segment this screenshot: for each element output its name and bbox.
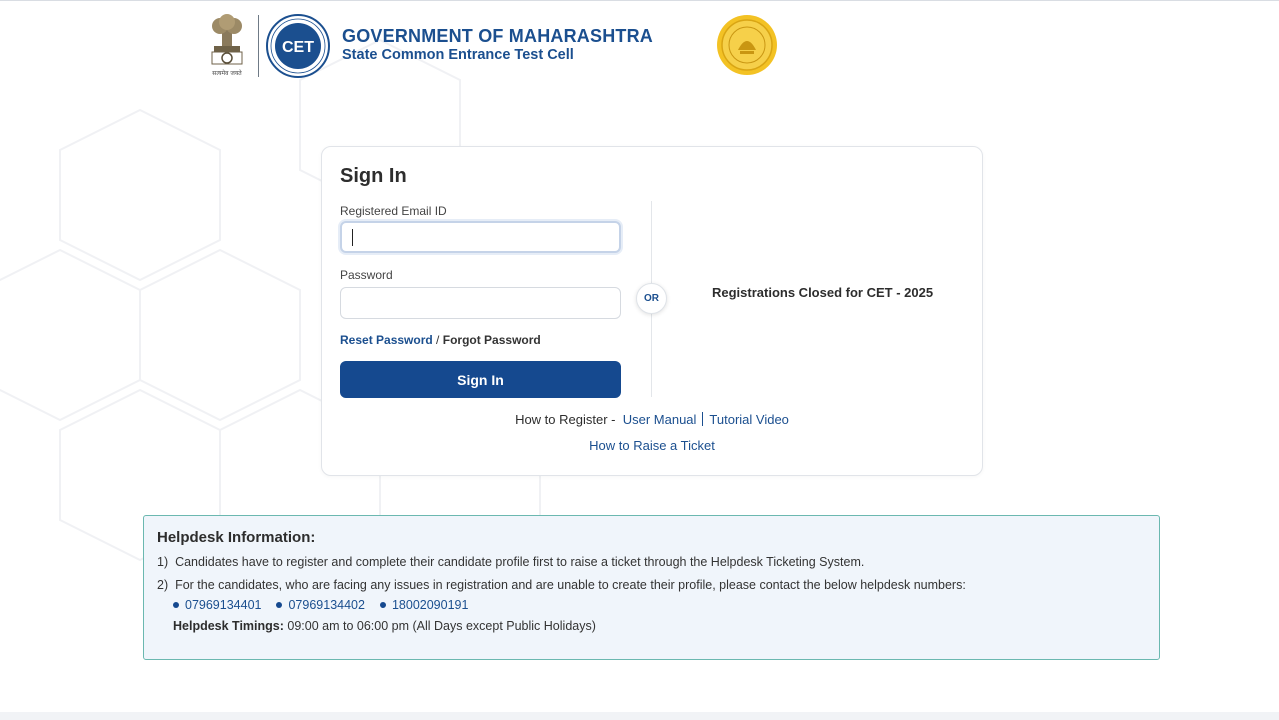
sign-in-card: Sign In Registered Email ID Password Res… [321, 146, 983, 476]
sign-in-button[interactable]: Sign In [340, 361, 621, 398]
cet-logo: CET [266, 14, 330, 78]
maharashtra-seal-icon [717, 15, 777, 75]
emblem-caption: सत्यमेव जयते [212, 69, 242, 77]
tutorial-video-link[interactable]: Tutorial Video [709, 412, 789, 427]
phone-number[interactable]: 07969134401 [185, 598, 261, 612]
site-header: सत्यमेव जयते CET GOVERNMENT OF MAHARASHT… [0, 0, 1279, 90]
email-input[interactable] [340, 221, 621, 253]
raise-ticket-row: How to Raise a Ticket [322, 438, 982, 453]
bullet-icon [379, 602, 386, 608]
raise-ticket-link[interactable]: How to Raise a Ticket [589, 438, 715, 453]
phone-number[interactable]: 07969134402 [288, 598, 364, 612]
helpdesk-line-1: 1) Candidates have to register and compl… [157, 555, 864, 569]
reset-password-link[interactable]: Reset Password [340, 333, 433, 347]
phone-number[interactable]: 18002090191 [392, 598, 468, 612]
header-title: GOVERNMENT OF MAHARASHTRA [342, 26, 653, 46]
helpdesk-title: Helpdesk Information: [157, 529, 316, 546]
phone-item: 07969134401 [173, 598, 261, 612]
how-to-register-row: How to Register - User Manual Tutorial Vi… [322, 412, 982, 427]
national-emblem-icon: सत्यमेव जयते [211, 14, 243, 77]
helpdesk-timings-label: Helpdesk Timings: [173, 619, 284, 633]
text-caret [352, 229, 353, 246]
bullet-icon [173, 602, 179, 608]
sign-in-title: Sign In [340, 165, 407, 187]
helpdesk-info-panel: Helpdesk Information: 1) Candidates have… [143, 515, 1160, 660]
helpdesk-line-2-text: For the candidates, who are facing any i… [175, 578, 966, 592]
user-manual-link[interactable]: User Manual [623, 412, 697, 427]
password-recovery-links: Reset Password / Forgot Password [340, 333, 541, 347]
helpdesk-line-1-number: 1) [157, 555, 169, 569]
footer-strip [0, 712, 1279, 720]
link-divider [702, 412, 704, 426]
registration-status: Registrations Closed for CET - 2025 [712, 285, 934, 300]
helpdesk-timings-value: 09:00 am to 06:00 pm (All Days except Pu… [287, 619, 596, 633]
phone-item: 07969134402 [276, 598, 365, 612]
bullet-icon [276, 602, 283, 608]
password-input[interactable] [340, 287, 621, 319]
helpdesk-line-2: 2) For the candidates, who are facing an… [157, 578, 966, 592]
how-to-register-label: How to Register - [515, 412, 616, 427]
helpdesk-timings: Helpdesk Timings: 09:00 am to 06:00 pm (… [173, 619, 596, 633]
helpdesk-phone-list: 07969134401 07969134402 18002090191 [173, 598, 483, 612]
header-subtitle: State Common Entrance Test Cell [342, 47, 574, 63]
helpdesk-line-1-text: Candidates have to register and complete… [175, 555, 865, 569]
phone-item: 18002090191 [379, 598, 468, 612]
email-label: Registered Email ID [340, 204, 447, 218]
header-divider [258, 15, 259, 77]
cet-logo-text: CET [282, 39, 314, 56]
or-badge: OR [636, 283, 667, 314]
link-separator: / [432, 333, 443, 347]
forgot-password-link[interactable]: Forgot Password [443, 333, 541, 347]
helpdesk-line-2-number: 2) [157, 578, 169, 592]
password-label: Password [340, 268, 393, 282]
